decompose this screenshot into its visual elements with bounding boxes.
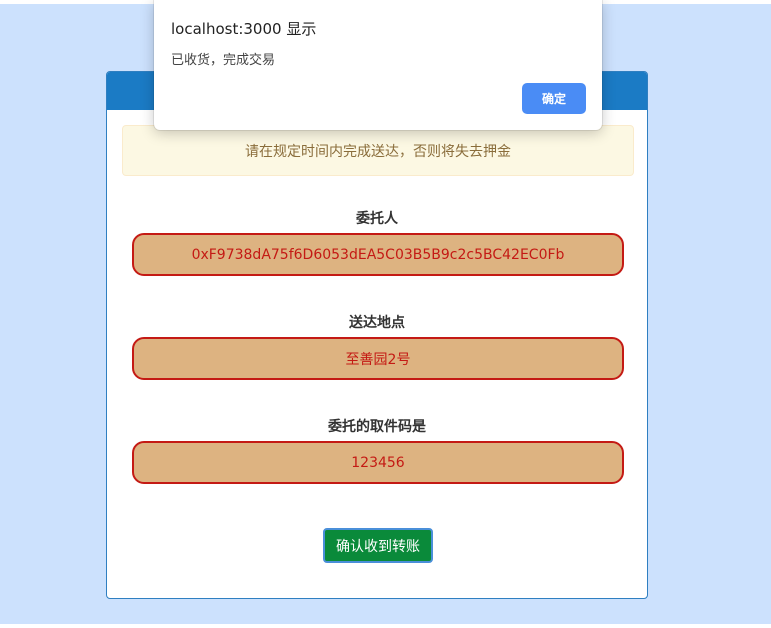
confirm-receipt-button[interactable]: 确认收到转账 [323, 528, 433, 563]
delivery-location-value: 至善园2号 [345, 351, 411, 368]
client-address-field: 0xF9738dA75f6D6053dEA5C03B5B9c2c5BC42EC0… [132, 233, 624, 276]
client-label: 委托人 [356, 211, 398, 227]
pickup-code-value: 123456 [351, 454, 405, 471]
deposit-warning-text: 请在规定时间内完成送达，否则将失去押金 [245, 143, 511, 160]
alert-message: 已收货，完成交易 [171, 53, 276, 68]
pickup-code-field: 123456 [132, 441, 624, 484]
alert-ok-button[interactable]: 确定 [522, 83, 586, 114]
delivery-location-label: 送达地点 [349, 315, 405, 331]
delivery-card: 请在规定时间内完成送达，否则将失去押金 委托人 0xF9738dA75f6D60… [106, 71, 648, 599]
client-address-value: 0xF9738dA75f6D6053dEA5C03B5B9c2c5BC42EC0… [191, 246, 565, 263]
deposit-warning: 请在规定时间内完成送达，否则将失去押金 [122, 125, 634, 176]
alert-title: localhost:3000 显示 [171, 20, 317, 38]
delivery-location-field: 至善园2号 [132, 337, 624, 380]
pickup-code-label: 委托的取件码是 [328, 419, 426, 435]
alert-dialog: localhost:3000 显示 已收货，完成交易 确定 [154, 0, 602, 130]
